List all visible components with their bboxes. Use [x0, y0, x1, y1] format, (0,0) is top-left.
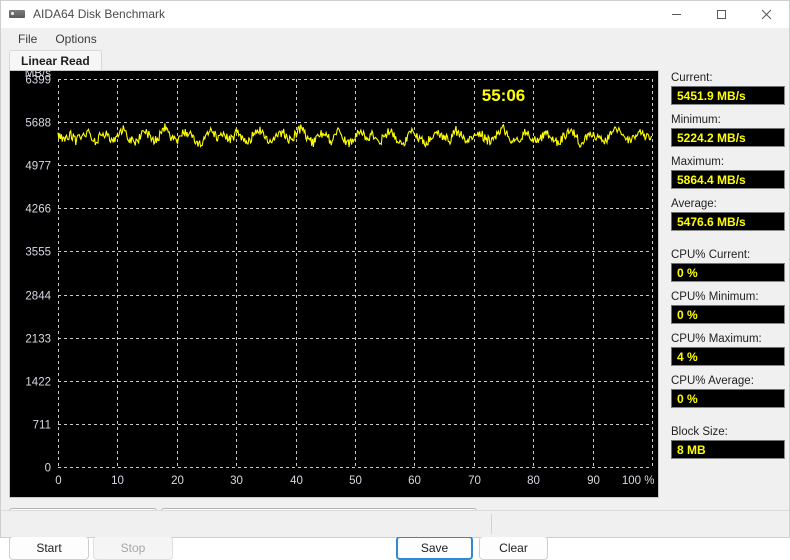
y-tick-label: 5688	[25, 118, 51, 130]
statistics-panel: Current: 5451.9 MB/s Minimum: 5224.2 MB/s Ma…	[671, 70, 785, 459]
menu-item-file[interactable]: File	[9, 30, 46, 48]
y-tick-label: 2133	[25, 334, 51, 346]
stat-value-current: 5451.9 MB/s	[671, 86, 785, 105]
x-tick-label: 20	[171, 475, 184, 487]
start-button[interactable]: Start	[9, 536, 89, 560]
y-tick-label: 4266	[25, 204, 51, 216]
app-window: AIDA64 Disk Benchmark File Options Linea…	[0, 0, 790, 560]
stop-button[interactable]: Stop	[93, 536, 173, 560]
stat-label-cpu-minimum: CPU% Minimum:	[671, 291, 759, 303]
save-button[interactable]: Save	[396, 536, 473, 560]
clear-button[interactable]: Clear	[479, 536, 548, 560]
minimize-icon[interactable]	[654, 1, 699, 27]
tab-linear-read[interactable]: Linear Read	[9, 50, 102, 71]
x-tick-label: 100 %	[622, 475, 655, 487]
x-tick-label: 80	[527, 475, 540, 487]
y-tick-label: 0	[45, 463, 51, 475]
y-tick-label: 3555	[25, 247, 51, 259]
stat-label-maximum: Maximum:	[671, 156, 725, 168]
stat-label-minimum: Minimum:	[671, 114, 721, 126]
y-tick-label: 711	[33, 420, 51, 432]
stat-value-block-size: 8 MB	[671, 440, 785, 459]
elapsed-timer: 55:06	[482, 86, 525, 105]
window-title: AIDA64 Disk Benchmark	[33, 7, 166, 21]
title-bar: AIDA64 Disk Benchmark	[1, 1, 789, 28]
stat-value-cpu-average: 0 %	[671, 389, 785, 408]
y-tick-label: 4977	[25, 161, 51, 173]
stat-value-minimum: 5224.2 MB/s	[671, 128, 785, 147]
x-tick-label: 70	[468, 475, 481, 487]
stat-value-cpu-minimum: 0 %	[671, 305, 785, 324]
x-tick-label: 10	[111, 475, 124, 487]
stat-value-average: 5476.6 MB/s	[671, 212, 785, 231]
stat-label-current: Current:	[671, 72, 713, 84]
chart-canvas: 639956884977426635552844213314227110MB/s…	[10, 71, 658, 497]
close-icon[interactable]	[744, 1, 789, 27]
x-tick-label: 0	[55, 475, 61, 487]
content-area: Linear Read 6399 5688 4977 4266 3555 2844 2133…	[1, 50, 789, 560]
stat-label-block-size: Block Size:	[671, 426, 728, 438]
x-tick-label: 50	[349, 475, 362, 487]
status-divider	[491, 514, 492, 534]
y-tick-label: 1422	[25, 377, 51, 389]
stat-label-cpu-maximum: CPU% Maximum:	[671, 333, 762, 345]
stat-label-cpu-current: CPU% Current:	[671, 249, 751, 261]
x-tick-label: 40	[290, 475, 303, 487]
stat-label-cpu-average: CPU% Average:	[671, 375, 754, 387]
benchmark-chart: 6399 5688 4977 4266 3555 2844 2133 1422 711 0 MB/s…	[9, 70, 659, 498]
x-tick-label: 30	[230, 475, 243, 487]
menu-item-options[interactable]: Options	[46, 30, 105, 48]
tab-strip: Linear Read	[9, 50, 781, 71]
stat-value-maximum: 5864.4 MB/s	[671, 170, 785, 189]
x-tick-label: 90	[587, 475, 600, 487]
status-bar	[1, 510, 789, 537]
maximize-icon[interactable]	[699, 1, 744, 27]
y-axis-title: MB/s	[25, 71, 51, 80]
stat-label-average: Average:	[671, 198, 717, 210]
menu-bar: File Options	[1, 28, 789, 50]
stats-spacer	[671, 408, 785, 417]
y-tick-label: 2844	[25, 291, 51, 303]
disk-drive-icon	[9, 6, 25, 22]
stat-value-cpu-current: 0 %	[671, 263, 785, 282]
stats-spacer	[671, 231, 785, 240]
stat-value-cpu-maximum: 4 %	[671, 347, 785, 366]
x-tick-label: 60	[408, 475, 421, 487]
window-buttons	[654, 1, 789, 27]
